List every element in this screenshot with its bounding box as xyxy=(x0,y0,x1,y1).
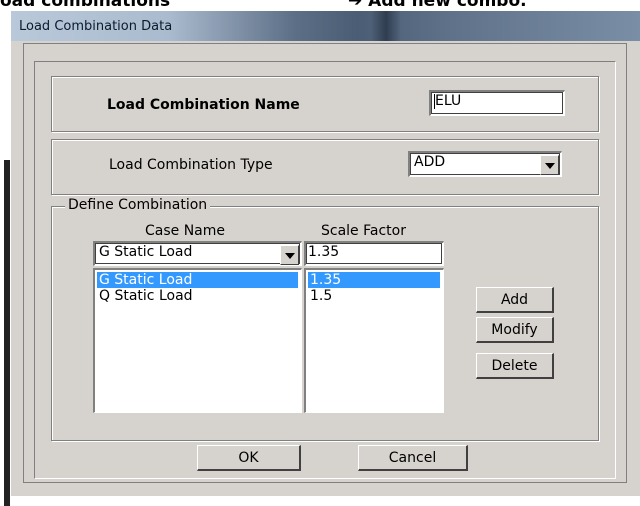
cancel-button-label: Cancel xyxy=(388,450,437,466)
list-item[interactable]: 1.5 xyxy=(308,288,440,304)
cancel-button[interactable]: Cancel xyxy=(358,445,468,471)
combo-type-select[interactable]: ADD xyxy=(408,151,562,177)
case-name-select-value: G Static Load xyxy=(99,244,193,260)
list-item[interactable]: 1.35 xyxy=(308,272,440,288)
delete-button[interactable]: Delete xyxy=(476,353,554,379)
background-left-edge xyxy=(0,10,10,506)
combo-name-label: Load Combination Name xyxy=(107,97,300,113)
window-title: Load Combination Data xyxy=(19,19,173,34)
combo-name-input[interactable]: ELU xyxy=(429,90,565,116)
delete-button-label: Delete xyxy=(491,358,538,374)
modify-button[interactable]: Modify xyxy=(476,317,554,343)
scale-factor-list[interactable]: 1.35 1.5 xyxy=(304,268,444,413)
ok-button[interactable]: OK xyxy=(197,445,301,471)
add-button-label: Add xyxy=(500,292,529,308)
load-combination-dialog: Load Combination Data Load Combination N… xyxy=(10,10,640,496)
scale-factor-input[interactable]: 1.35 xyxy=(304,241,444,266)
case-name-select[interactable]: G Static Load xyxy=(93,241,302,266)
modify-button-label: Modify xyxy=(491,322,538,338)
combo-type-label: Load Combination Type xyxy=(109,157,273,173)
combo-name-value: ELU xyxy=(435,93,462,109)
case-name-header: Case Name xyxy=(145,223,226,239)
combo-type-dropdown-button[interactable] xyxy=(540,155,559,175)
background-heading-left: oad combinations xyxy=(0,0,171,10)
scale-factor-header: Scale Factor xyxy=(321,223,406,239)
title-bar[interactable]: Load Combination Data xyxy=(11,11,640,41)
define-combination-legend: Define Combination xyxy=(65,197,211,213)
chevron-down-icon xyxy=(285,253,295,259)
background-heading: oad combinations ➔ Add new combo. xyxy=(0,0,640,10)
case-name-dropdown-button[interactable] xyxy=(280,245,299,265)
background-heading-right: ➔ Add new combo. xyxy=(348,0,527,10)
chevron-down-icon xyxy=(545,163,555,169)
ok-button-label: OK xyxy=(238,450,259,466)
list-item[interactable]: Q Static Load xyxy=(97,288,298,304)
list-item[interactable]: G Static Load xyxy=(97,272,298,288)
scale-factor-input-value: 1.35 xyxy=(308,244,340,260)
case-name-list[interactable]: G Static Load Q Static Load xyxy=(93,268,302,413)
add-button[interactable]: Add xyxy=(476,287,554,313)
combo-type-value: ADD xyxy=(414,154,446,170)
